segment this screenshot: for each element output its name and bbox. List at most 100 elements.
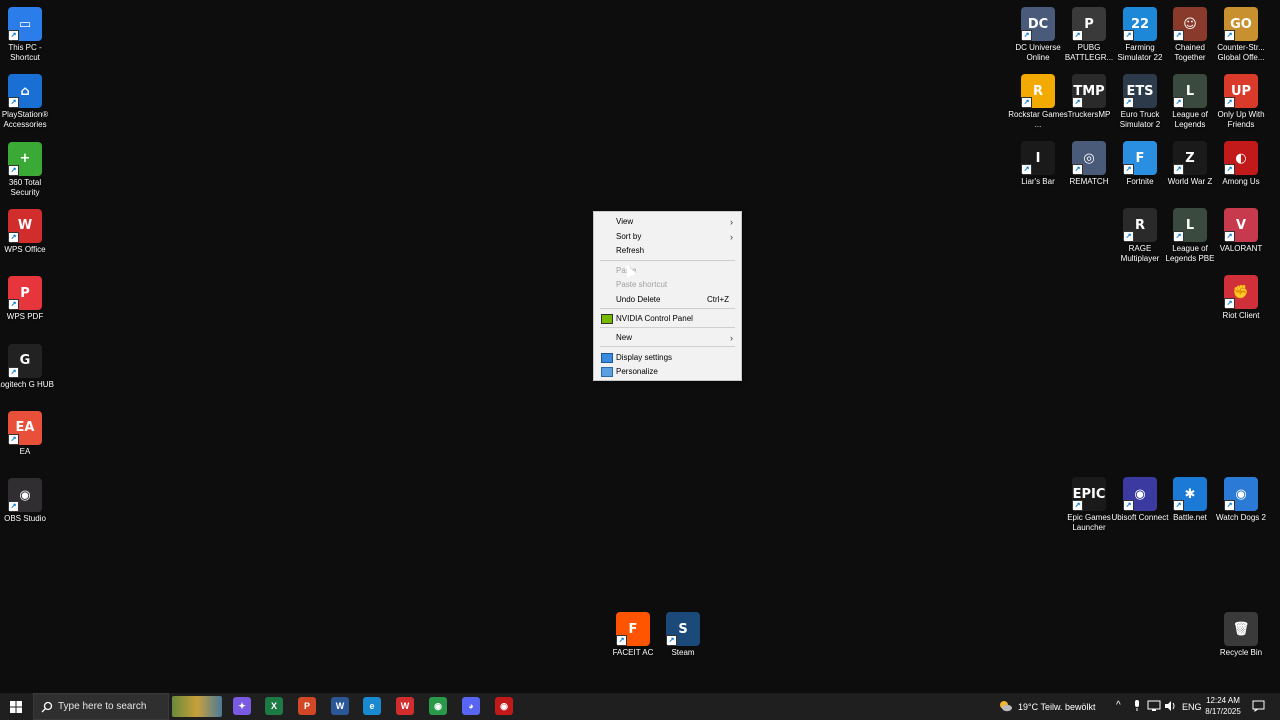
- icon-glyph: +: [19, 151, 31, 167]
- menu-item-refresh[interactable]: Refresh: [597, 244, 738, 257]
- desktop-shortcut[interactable]: ◉ ↗ OBS Studio: [0, 476, 55, 540]
- menu-item-label: Undo Delete: [616, 295, 661, 304]
- desktop-shortcut-label: VALORANT: [1219, 244, 1263, 253]
- desktop-shortcut-label: Only Up With Friends: [1217, 110, 1265, 129]
- shortcut-arrow-icon: ↗: [1173, 231, 1184, 242]
- clock[interactable]: 12:24 AM 8/17/2025: [1203, 695, 1243, 717]
- desktop-shortcut[interactable]: + ↗ 360 Total Security: [0, 140, 55, 204]
- wps-taskbar-icon[interactable]: W: [396, 697, 414, 715]
- desktop-shortcut[interactable]: ⌂ ↗ PlayStation® Accessories: [0, 72, 55, 136]
- steam-icon: S ↗: [666, 612, 700, 646]
- copilot-icon[interactable]: ✦: [233, 697, 251, 715]
- shortcut-arrow-icon: ↗: [1173, 97, 1184, 108]
- menu-item-personalize[interactable]: Personalize: [597, 365, 738, 378]
- icon-glyph: 🗑: [1232, 621, 1250, 637]
- search-icon: [41, 701, 53, 713]
- epic-icon: EPIC ↗: [1072, 477, 1106, 511]
- menu-item-nvidia-control-panel[interactable]: NVIDIA Control Panel: [597, 312, 738, 325]
- display-icon: [601, 352, 613, 363]
- icon-glyph: F: [1135, 150, 1145, 166]
- desktop-shortcut[interactable]: ◐ ↗ Among Us: [1211, 139, 1271, 203]
- desktop-shortcut[interactable]: G ↗ Logitech G HUB: [0, 342, 55, 406]
- ragemp-icon: R ↗: [1123, 208, 1157, 242]
- desktop-shortcut[interactable]: W ↗ WPS Office: [0, 207, 55, 271]
- taskbar: Type here to search ✦ X P We W ◉ ◕ ◉ 19°C Teilw…: [0, 693, 1280, 720]
- desktop-shortcut-label: Watch Dogs 2: [1216, 513, 1266, 522]
- shortcut-arrow-icon: ↗: [1072, 500, 1083, 511]
- logitech-icon: G ↗: [8, 343, 42, 378]
- shortcut-arrow-icon: ↗: [1224, 500, 1235, 511]
- discord-icon[interactable]: ◕: [462, 697, 480, 715]
- desktop-shortcut[interactable]: P ↗ WPS PDF: [0, 274, 55, 338]
- start-button[interactable]: [0, 693, 32, 720]
- desktop-shortcut-label: Steam: [671, 648, 695, 657]
- shortcut-arrow-icon: ↗: [1072, 97, 1083, 108]
- shortcut-arrow-icon: ↗: [1173, 164, 1184, 175]
- word-icon[interactable]: W: [331, 697, 349, 715]
- chrome-icon[interactable]: ◉: [429, 697, 447, 715]
- desktop-shortcut-label: EA: [19, 446, 31, 456]
- microphone-icon[interactable]: [1133, 700, 1141, 712]
- icon-glyph: ◐: [1235, 150, 1247, 166]
- language-indicator[interactable]: ENG: [1182, 702, 1202, 712]
- shortcut-arrow-icon: ↗: [1123, 97, 1134, 108]
- menu-item-sort-by[interactable]: Sort by ›: [597, 230, 738, 243]
- desktop-shortcut[interactable]: S ↗ Steam: [653, 610, 713, 674]
- desktop-context-menu: View › Sort by › Refresh Paste Paste sho…: [593, 211, 742, 381]
- icon-glyph: P: [1084, 16, 1094, 32]
- icon-glyph: R: [1032, 83, 1043, 99]
- desktop-shortcut-label: 360 Total Security: [8, 177, 42, 197]
- wps-icon: W ↗: [8, 208, 42, 243]
- weather-text[interactable]: 19°C Teilw. bewölkt: [1018, 702, 1095, 712]
- chevron-right-icon: ›: [730, 332, 733, 343]
- desktop-shortcut-label: Riot Client: [1222, 311, 1260, 320]
- menu-item-display-settings[interactable]: Display settings: [597, 351, 738, 364]
- clock-date: 8/17/2025: [1205, 707, 1241, 716]
- excel-icon[interactable]: X: [265, 697, 283, 715]
- speaker-icon[interactable]: [1164, 700, 1176, 712]
- desktop-shortcut[interactable]: 🗑 Recycle Bin: [1211, 610, 1271, 674]
- desktop-shortcut[interactable]: UP ↗ Only Up With Friends: [1211, 72, 1271, 136]
- network-icon[interactable]: [1147, 700, 1161, 712]
- ubisoft-icon: ◉ ↗: [1123, 477, 1157, 511]
- icon-glyph: L: [1185, 217, 1195, 233]
- menu-item-label: NVIDIA Control Panel: [616, 314, 693, 323]
- shortcut-arrow-icon: ↗: [1123, 30, 1134, 41]
- truckersmp-icon: TMP ↗: [1072, 74, 1106, 108]
- shortcut-arrow-icon: ↗: [1021, 164, 1032, 175]
- taskbar-search-box[interactable]: Type here to search: [33, 693, 169, 720]
- farming-icon: 22 ↗: [1123, 7, 1157, 41]
- menu-item-undo-delete[interactable]: Undo Delete Ctrl+Z: [597, 293, 738, 306]
- desktop-shortcut[interactable]: ✊ ↗ Riot Client: [1211, 273, 1271, 337]
- weather-icon: [997, 699, 1013, 713]
- desktop-shortcut[interactable]: EA ↗ EA: [0, 409, 55, 473]
- menu-item-label: Paste shortcut: [616, 280, 668, 289]
- clock-time: 12:24 AM: [1206, 696, 1240, 705]
- desktop-shortcut[interactable]: ◉ ↗ Watch Dogs 2: [1211, 475, 1271, 539]
- rockstar-icon: R ↗: [1021, 74, 1055, 108]
- menu-item-view[interactable]: View ›: [597, 215, 738, 228]
- desktop-shortcut-label: WPS PDF: [6, 312, 44, 322]
- chevron-up-icon[interactable]: ^: [1116, 700, 1121, 711]
- valorant-icon: V ↗: [1224, 208, 1258, 242]
- menu-separator: [600, 346, 735, 347]
- desktop-shortcut-label: OBS Studio: [4, 514, 46, 524]
- riot-icon: ✊ ↗: [1224, 275, 1258, 309]
- windows-logo-icon: [10, 700, 22, 713]
- desktop-shortcut-label: Among Us: [1222, 177, 1260, 186]
- edge-icon[interactable]: e: [363, 697, 381, 715]
- desktop-shortcut-label: Logitech G HUB: [0, 379, 54, 389]
- menu-item-new[interactable]: New ›: [597, 331, 738, 344]
- desktop-shortcut[interactable]: ▭ ↗ This PC - Shortcut: [0, 5, 55, 69]
- shortcut-arrow-icon: ↗: [1224, 30, 1235, 41]
- notification-icon[interactable]: [1252, 700, 1265, 712]
- app-icon[interactable]: ◉: [495, 697, 513, 715]
- liarsbar-icon: I ↗: [1021, 141, 1055, 175]
- desktop-shortcut[interactable]: V ↗ VALORANT: [1211, 206, 1271, 270]
- powerpoint-icon[interactable]: P: [298, 697, 316, 715]
- pubg-icon: P ↗: [1072, 7, 1106, 41]
- desktop-shortcut-label: WPS Office: [4, 244, 46, 254]
- menu-separator: [600, 308, 735, 309]
- desktop-shortcut[interactable]: GO ↗ Counter-Str... Global Offe...: [1211, 5, 1271, 69]
- shortcut-arrow-icon: ↗: [8, 433, 19, 445]
